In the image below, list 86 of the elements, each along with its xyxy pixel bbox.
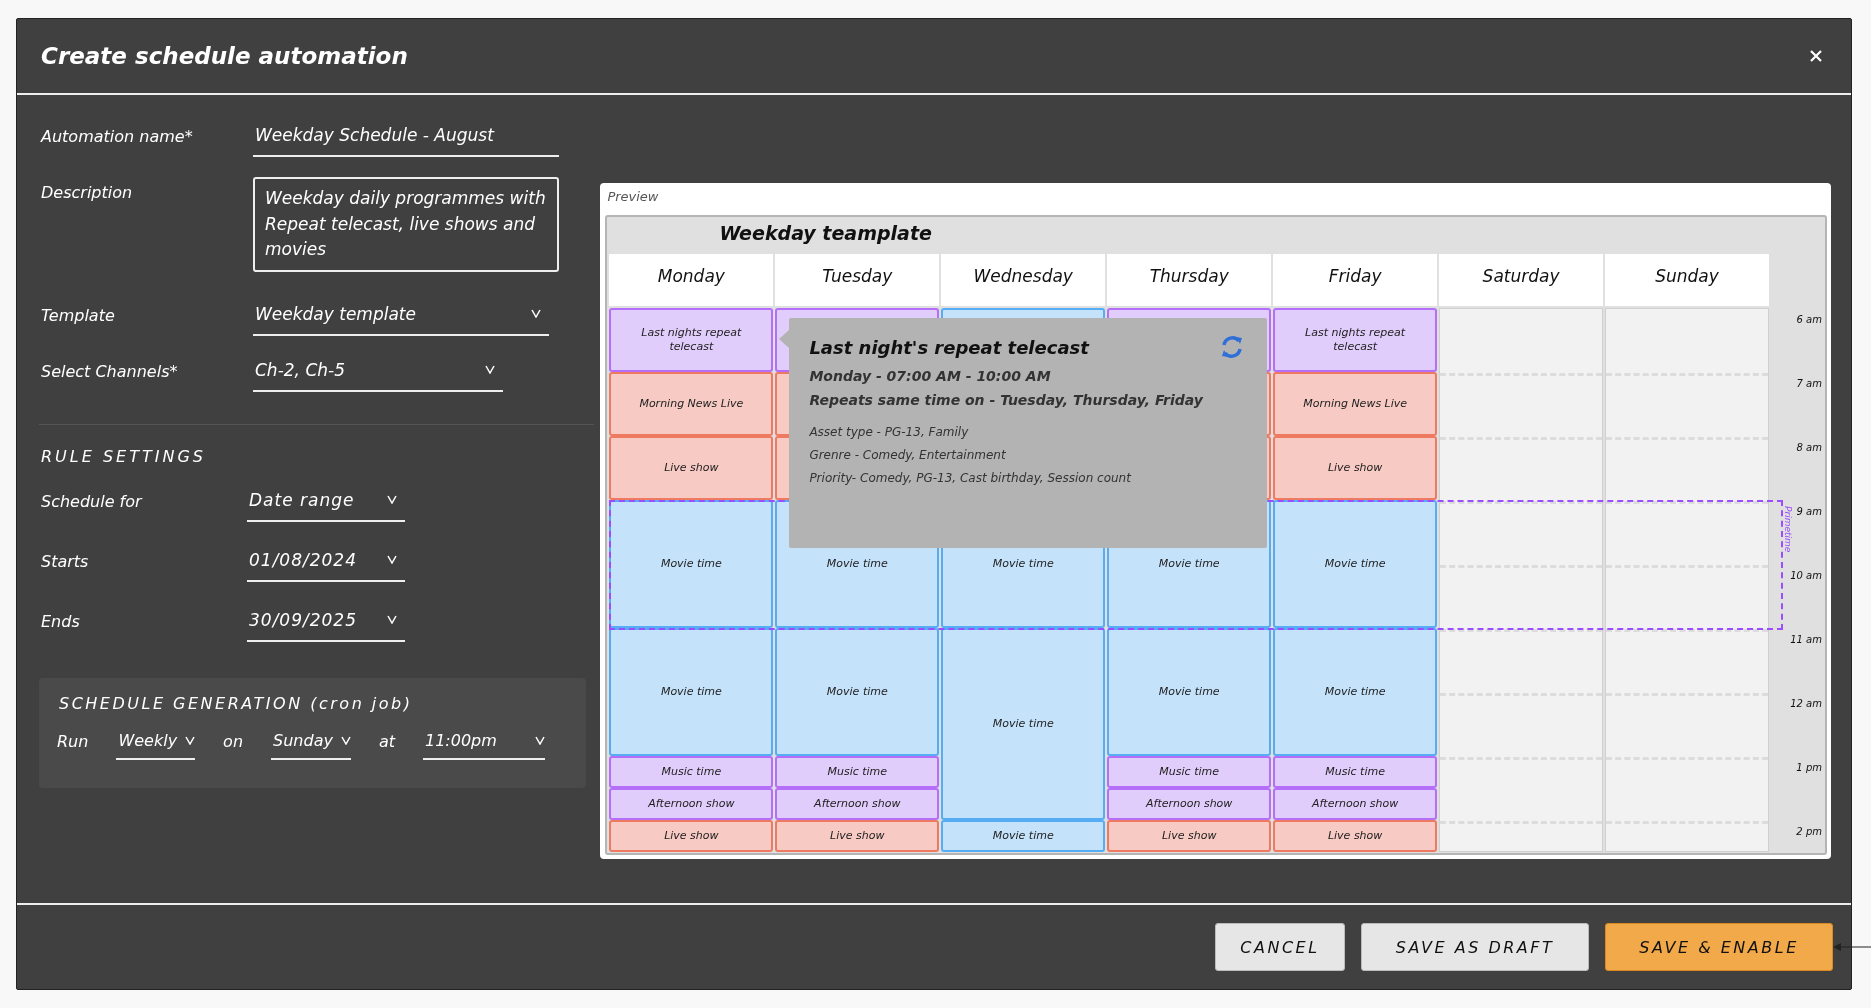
field-label: Starts bbox=[40, 550, 90, 571]
program-block[interactable]: Live show bbox=[1273, 436, 1438, 500]
program-block[interactable]: Movie time bbox=[609, 500, 774, 628]
program-block[interactable]: Music time bbox=[1273, 756, 1438, 788]
tooltip-detail: Priority- Comedy, PG-13, Cast birthday, Session count bbox=[809, 471, 1133, 485]
chevron-down-icon bbox=[485, 365, 495, 374]
chevron-down-icon bbox=[387, 615, 397, 624]
section-heading: RULE SETTINGS bbox=[41, 446, 207, 466]
dropdown[interactable]: Sunday bbox=[271, 728, 351, 760]
program-block[interactable]: Music time bbox=[1107, 756, 1272, 788]
tooltip-time: Monday - 07:00 AM - 10:00 AM bbox=[809, 368, 1052, 384]
program-block[interactable]: Movie time bbox=[1107, 628, 1272, 756]
program-block[interactable]: Movie time bbox=[941, 628, 1106, 820]
day-header: Saturday bbox=[1439, 254, 1604, 306]
program-block[interactable]: Last nights repeat telecast bbox=[609, 308, 774, 372]
dropdown[interactable]: Weekly bbox=[116, 728, 196, 760]
field-label: Template bbox=[40, 304, 116, 325]
tooltip-detail: Asset type - PG-13, Family bbox=[809, 425, 970, 439]
program-block[interactable]: Live show bbox=[775, 820, 940, 852]
program-block[interactable]: Afternoon show bbox=[775, 788, 940, 820]
preview-label: Preview bbox=[606, 188, 660, 206]
time-label: 10 am bbox=[1790, 570, 1822, 581]
program-block[interactable]: Movie time bbox=[941, 820, 1106, 852]
calendar-title: Weekday teamplate bbox=[718, 221, 933, 246]
program-block[interactable]: Movie time bbox=[1273, 500, 1438, 628]
primetime-label: Primetime bbox=[1783, 506, 1794, 553]
chevron-down-icon bbox=[531, 309, 541, 318]
field-label: Select Channels* bbox=[40, 360, 179, 381]
time-label: 1 pm bbox=[1796, 762, 1822, 773]
dropdown[interactable]: 11:00pm bbox=[423, 728, 545, 760]
field-label: Schedule for bbox=[40, 490, 144, 511]
cron-label: on bbox=[223, 731, 244, 753]
tooltip-detail: Grenre - Comedy, Entertainment bbox=[809, 448, 1007, 462]
chevron-down-icon bbox=[535, 735, 545, 745]
program-block[interactable]: Music time bbox=[775, 756, 940, 788]
program-block[interactable]: Afternoon show bbox=[1107, 788, 1272, 820]
field-label: Automation name* bbox=[39, 126, 194, 146]
dropdown[interactable]: Ch-2, Ch-5 bbox=[253, 355, 503, 392]
program-block[interactable]: Afternoon show bbox=[1273, 788, 1438, 820]
day-header: Thursday bbox=[1107, 254, 1272, 306]
time-label: 7 am bbox=[1796, 378, 1822, 389]
program-block[interactable]: Live show bbox=[609, 820, 774, 852]
dropdown[interactable]: 30/09/2025 bbox=[247, 605, 405, 642]
dialog-title: Create schedule automation bbox=[41, 43, 408, 69]
program-block[interactable]: Live show bbox=[1107, 820, 1272, 852]
cron-label: at bbox=[378, 731, 395, 753]
tooltip-repeats: Repeats same time on - Tuesday, Thursday, Friday bbox=[809, 392, 1204, 408]
dropdown[interactable]: Weekday template bbox=[253, 299, 549, 336]
text-field[interactable]: Weekday Schedule - August bbox=[253, 121, 559, 157]
chevron-down-icon bbox=[387, 555, 397, 564]
day-header: Friday bbox=[1273, 254, 1438, 306]
chevron-down-icon bbox=[340, 735, 351, 745]
tooltip-title: Last night's repeat telecast bbox=[809, 336, 1089, 358]
chevron-down-icon bbox=[185, 735, 196, 745]
description-field[interactable]: Weekday daily programmes with Repeat telecast, live shows and movies bbox=[253, 177, 559, 272]
footer-button[interactable]: CANCEL bbox=[1215, 923, 1345, 971]
day-header: Monday bbox=[609, 254, 774, 306]
day-header: Wednesday bbox=[941, 254, 1106, 306]
section-heading: SCHEDULE GENERATION (cron job) bbox=[59, 693, 414, 713]
program-block[interactable]: Live show bbox=[1273, 820, 1438, 852]
program-block[interactable]: Last nights repeat telecast bbox=[1273, 308, 1438, 372]
program-block[interactable]: Morning News Live bbox=[609, 372, 774, 436]
time-label: 2 pm bbox=[1796, 826, 1822, 837]
footer-button[interactable]: SAVE AS DRAFT bbox=[1361, 923, 1589, 971]
time-label: 11 am bbox=[1790, 634, 1822, 645]
field-label: Ends bbox=[40, 610, 81, 631]
program-block[interactable]: Music time bbox=[609, 756, 774, 788]
field-label: Description bbox=[40, 182, 134, 202]
program-block[interactable]: Morning News Live bbox=[1273, 372, 1438, 436]
program-block[interactable]: Afternoon show bbox=[609, 788, 774, 820]
time-label: 6 am bbox=[1796, 314, 1822, 325]
time-label: 8 am bbox=[1796, 442, 1822, 453]
time-label: 9 am bbox=[1796, 506, 1822, 517]
time-label: 12 am bbox=[1790, 698, 1822, 709]
day-header: Sunday bbox=[1605, 254, 1769, 306]
dropdown[interactable]: 01/08/2024 bbox=[247, 545, 405, 582]
day-header: Tuesday bbox=[775, 254, 940, 306]
close-icon[interactable] bbox=[1809, 49, 1823, 63]
program-block[interactable]: Movie time bbox=[1273, 628, 1438, 756]
program-block[interactable]: Live show bbox=[609, 436, 774, 500]
dropdown[interactable]: Date range bbox=[247, 485, 405, 522]
footer-button[interactable]: SAVE & ENABLE bbox=[1605, 923, 1833, 971]
program-block[interactable]: Movie time bbox=[609, 628, 774, 756]
chevron-down-icon bbox=[387, 495, 397, 504]
program-block[interactable]: Movie time bbox=[775, 628, 940, 756]
cron-label: Run bbox=[57, 731, 89, 753]
